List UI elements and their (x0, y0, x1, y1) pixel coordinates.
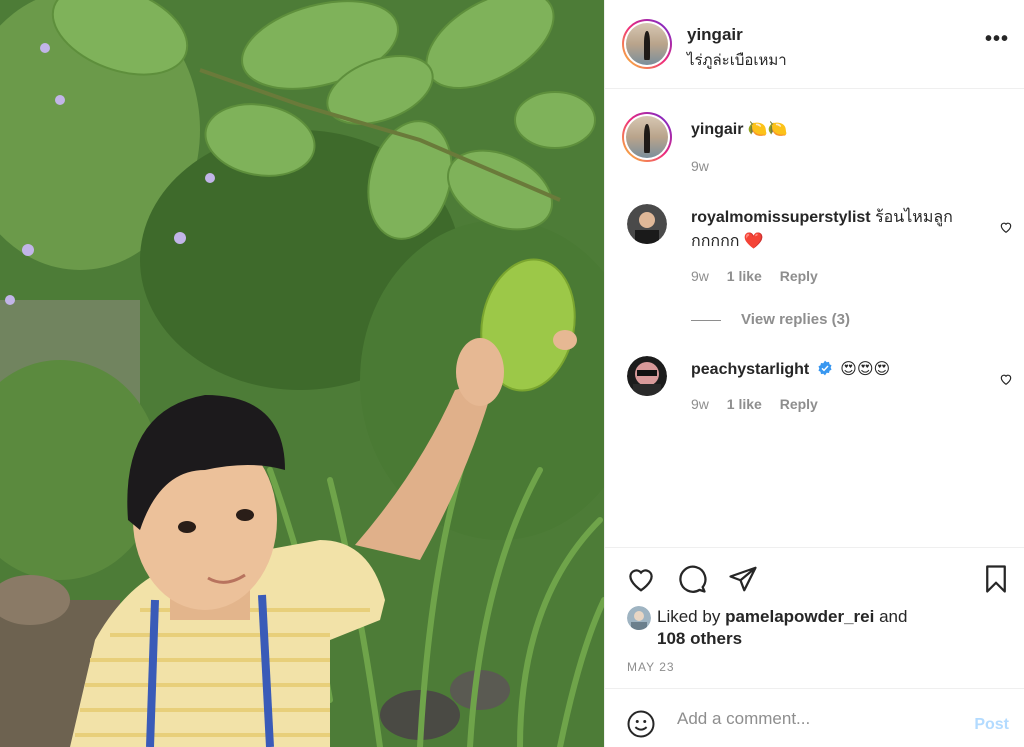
caption-author[interactable]: yingair (691, 121, 743, 138)
post-date[interactable]: MAY 23 (627, 660, 675, 674)
liked-by-prefix: Liked by (657, 607, 721, 626)
reply-button[interactable]: Reply (780, 396, 818, 412)
comment-author[interactable]: peachystarlight (691, 361, 809, 378)
view-replies-label: View replies (3) (741, 311, 850, 328)
share-paper-plane-icon[interactable] (728, 564, 758, 594)
comments-list: yingair 🍋🍋 9w royalmomissuperstylist ร้อ… (605, 90, 1024, 546)
reply-button[interactable]: Reply (780, 268, 818, 284)
post-side-panel: yingair ไร่ภูล่ะเบือเหมา ••• yingair 🍋🍋 … (604, 0, 1024, 747)
like-comment-heart-icon[interactable] (999, 220, 1013, 234)
liker-avatar[interactable] (627, 606, 651, 630)
like-comment-heart-icon[interactable] (999, 372, 1013, 386)
author-username[interactable]: yingair (687, 25, 743, 45)
comment-likes[interactable]: 1 like (727, 396, 762, 412)
post-comment-button[interactable]: Post (974, 716, 1009, 734)
comment-time[interactable]: 9w (691, 396, 709, 412)
comment-likes[interactable]: 1 like (727, 268, 762, 284)
like-heart-icon[interactable] (626, 564, 656, 594)
emoji-smiley-icon[interactable] (626, 709, 656, 739)
liked-by-connector: and (879, 607, 908, 626)
comment-avatar[interactable] (627, 204, 667, 244)
post-header: yingair ไร่ภูล่ะเบือเหมา ••• (605, 0, 1024, 89)
comment-author[interactable]: royalmomissuperstylist (691, 209, 871, 226)
comment-time[interactable]: 9w (691, 268, 709, 284)
view-replies-button[interactable]: View replies (3) (691, 311, 850, 328)
comment-text: 😍😍😍 (840, 361, 891, 378)
add-comment-input[interactable] (677, 705, 957, 733)
liked-by-text: Liked by pamelapowder_rei and 108 others (657, 606, 977, 650)
verified-badge-icon (818, 360, 832, 376)
replies-divider (691, 319, 721, 321)
more-options-icon[interactable]: ••• (985, 29, 1009, 49)
add-comment-bar: Post (605, 688, 1024, 747)
author-avatar[interactable] (622, 19, 672, 69)
comment-bubble-icon[interactable] (677, 564, 707, 594)
caption-time[interactable]: 9w (691, 158, 709, 174)
post-photo[interactable] (0, 0, 604, 747)
post-location[interactable]: ไร่ภูล่ะเบือเหมา (687, 48, 787, 72)
comment-avatar[interactable] (627, 356, 667, 396)
liked-by-others[interactable]: 108 others (657, 629, 742, 648)
post-actions: Liked by pamelapowder_rei and 108 others… (605, 547, 1024, 688)
save-bookmark-icon[interactable] (981, 564, 1011, 594)
caption-text: 🍋🍋 (747, 121, 788, 138)
liked-by-user[interactable]: pamelapowder_rei (725, 607, 874, 626)
caption-author-avatar[interactable] (622, 112, 672, 162)
